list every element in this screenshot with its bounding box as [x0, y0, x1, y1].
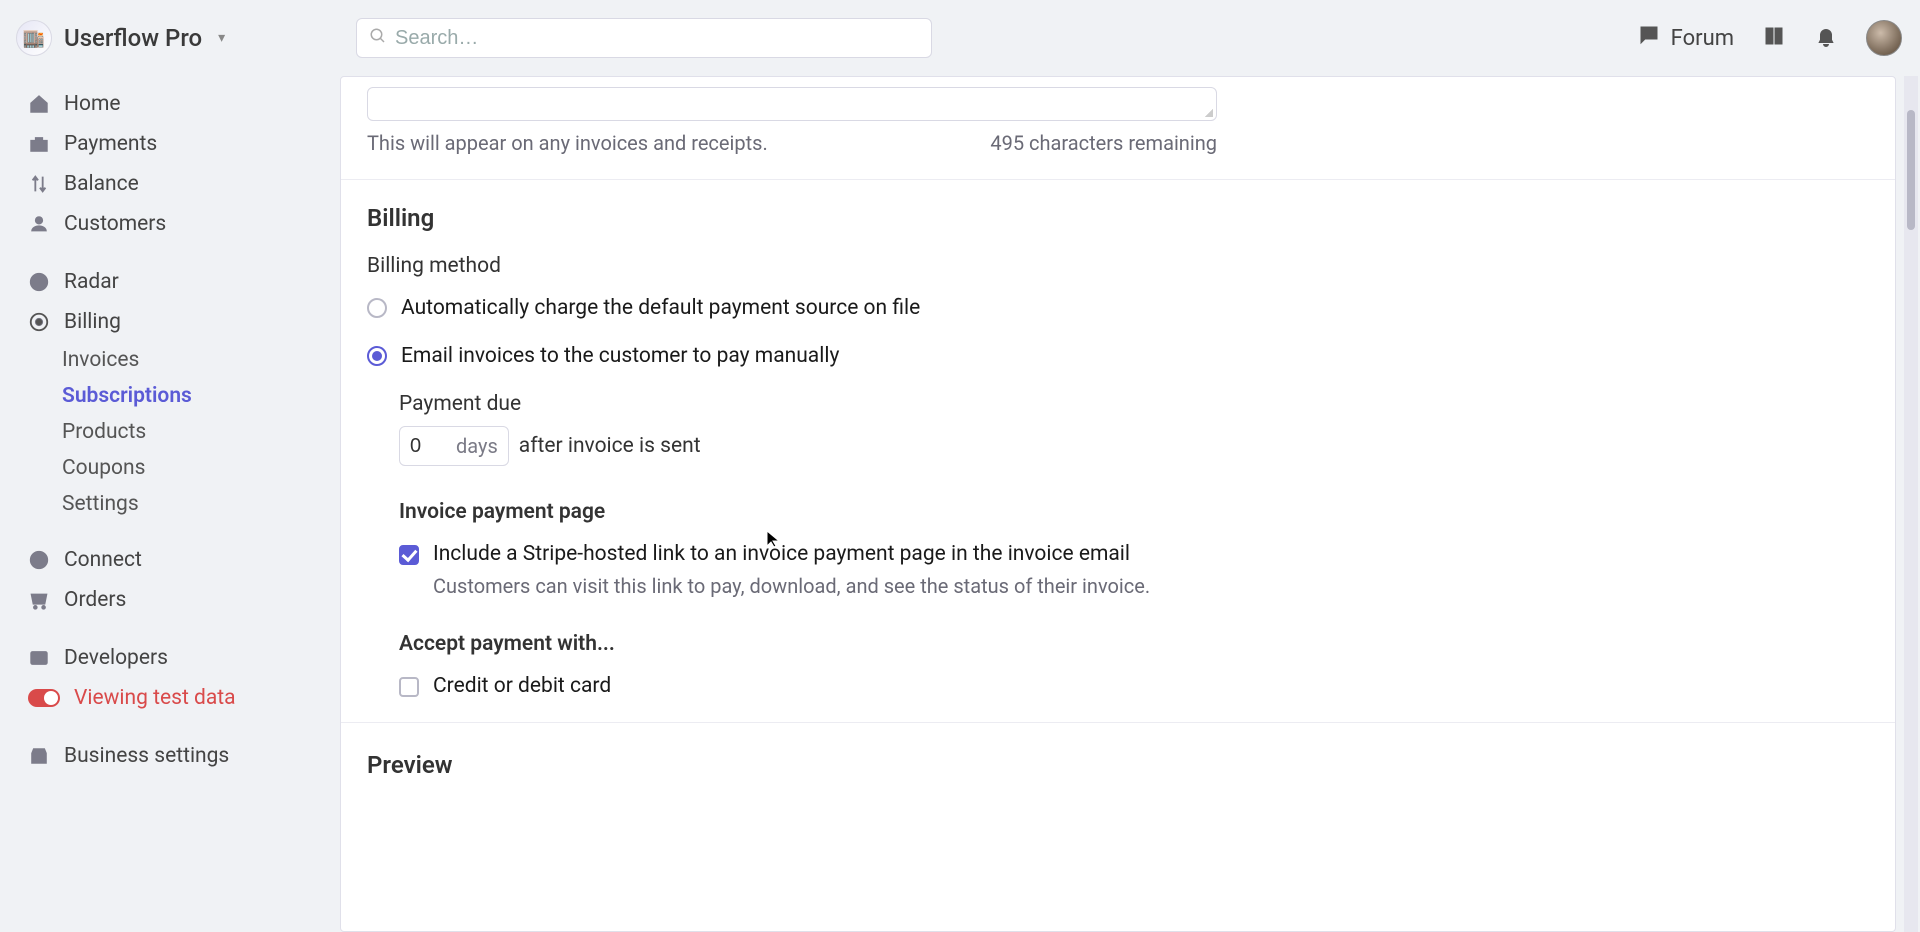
include-link-desc: Customers can visit this link to pay, do… [433, 574, 1150, 598]
credit-card-row[interactable]: Credit or debit card [399, 674, 1869, 698]
sidebar-item-payments[interactable]: Payments [18, 124, 340, 164]
scrollbar-thumb[interactable] [1907, 110, 1915, 230]
sidebar-sub-invoices[interactable]: Invoices [18, 342, 340, 378]
sidebar-item-label: Billing [64, 310, 121, 334]
terminal-icon [28, 647, 50, 669]
search-input-wrap[interactable] [356, 18, 932, 58]
sidebar-item-customers[interactable]: Customers [18, 204, 340, 244]
search-icon [369, 26, 387, 50]
sidebar-item-connect[interactable]: Connect [18, 540, 340, 580]
radar-icon [28, 271, 50, 293]
app-name: Userflow Pro [64, 24, 202, 52]
radio-label: Email invoices to the customer to pay ma… [401, 344, 839, 368]
user-icon [28, 213, 50, 235]
avatar[interactable] [1866, 20, 1902, 56]
payment-due-input[interactable] [410, 435, 436, 458]
sidebar-item-test-data[interactable]: Viewing test data [18, 678, 340, 718]
radio-auto-charge[interactable]: Automatically charge the default payment… [367, 296, 1869, 320]
content-card: This will appear on any invoices and rec… [340, 76, 1896, 932]
checkbox-icon [399, 545, 419, 565]
billing-icon [28, 311, 50, 333]
radio-email-invoice[interactable]: Email invoices to the customer to pay ma… [367, 344, 1869, 368]
sidebar-item-label: Business settings [64, 744, 229, 768]
chevron-down-icon[interactable]: ▾ [218, 30, 225, 46]
sidebar-item-label: Home [64, 92, 121, 116]
payment-due-label: Payment due [399, 392, 1869, 416]
radio-label: Automatically charge the default payment… [401, 296, 920, 320]
sidebar-item-billing[interactable]: Billing [18, 302, 340, 342]
sidebar-sub-products[interactable]: Products [18, 414, 340, 450]
radio-icon [367, 346, 387, 366]
vertical-scrollbar[interactable] [1904, 76, 1918, 932]
after-invoice-text: after invoice is sent [519, 434, 701, 458]
connect-icon [28, 549, 50, 571]
sidebar-item-orders[interactable]: Orders [18, 580, 340, 620]
credit-card-label: Credit or debit card [433, 674, 611, 698]
include-link-row[interactable]: Include a Stripe-hosted link to an invoi… [399, 542, 1869, 598]
sidebar-item-business-settings[interactable]: Business settings [18, 736, 340, 776]
memo-remaining: 495 characters remaining [990, 131, 1217, 155]
payment-due-input-wrap[interactable]: days [399, 426, 509, 466]
bell-icon[interactable] [1814, 24, 1838, 53]
app-brand[interactable]: 🏬 Userflow Pro ▾ [16, 20, 340, 56]
sidebar-item-label: Customers [64, 212, 166, 236]
billing-title: Billing [367, 204, 1869, 232]
sidebar-item-label: Payments [64, 132, 157, 156]
preview-section: Preview [341, 723, 1895, 807]
days-unit: days [456, 434, 498, 458]
arrows-icon [28, 173, 50, 195]
sidebar-sub-settings[interactable]: Settings [18, 486, 340, 522]
radio-icon [367, 298, 387, 318]
memo-hint: This will appear on any invoices and rec… [367, 131, 768, 155]
topbar: 🏬 Userflow Pro ▾ Forum [0, 0, 1920, 76]
cart-icon [28, 589, 50, 611]
sidebar-item-radar[interactable]: Radar [18, 262, 340, 302]
sidebar-sub-coupons[interactable]: Coupons [18, 450, 340, 486]
sidebar-item-balance[interactable]: Balance [18, 164, 340, 204]
sidebar-item-label: Developers [64, 646, 168, 670]
sidebar-item-home[interactable]: Home [18, 84, 340, 124]
chat-icon [1637, 23, 1661, 53]
preview-title: Preview [367, 751, 1869, 779]
sidebar-item-label: Viewing test data [74, 686, 236, 710]
test-data-toggle[interactable] [28, 689, 60, 707]
sidebar-item-label: Connect [64, 548, 142, 572]
include-link-label: Include a Stripe-hosted link to an invoi… [433, 542, 1150, 566]
accept-heading: Accept payment with... [399, 632, 1869, 656]
sidebar-item-developers[interactable]: Developers [18, 638, 340, 678]
checkbox-icon [399, 677, 419, 697]
search-input[interactable] [395, 27, 919, 50]
memo-section: This will appear on any invoices and rec… [341, 77, 1895, 180]
book-icon[interactable] [1762, 24, 1786, 53]
sidebar: Home Payments Balance Customers [0, 76, 340, 932]
invoice-page-heading: Invoice payment page [399, 500, 1869, 524]
home-icon [28, 93, 50, 115]
sidebar-item-label: Radar [64, 270, 119, 294]
sidebar-item-label: Balance [64, 172, 139, 196]
topbar-right: Forum [1637, 20, 1902, 56]
sidebar-item-label: Orders [64, 588, 126, 612]
forum-label: Forum [1671, 26, 1734, 51]
billing-section: Billing Billing method Automatically cha… [341, 180, 1895, 723]
store-icon [28, 745, 50, 767]
sidebar-sub-subscriptions[interactable]: Subscriptions [18, 378, 340, 414]
memo-textarea[interactable] [367, 87, 1217, 121]
forum-link[interactable]: Forum [1637, 23, 1734, 53]
briefcase-icon [28, 133, 50, 155]
app-logo-icon: 🏬 [16, 20, 52, 56]
billing-method-label: Billing method [367, 254, 1869, 278]
main: This will appear on any invoices and rec… [340, 76, 1920, 932]
